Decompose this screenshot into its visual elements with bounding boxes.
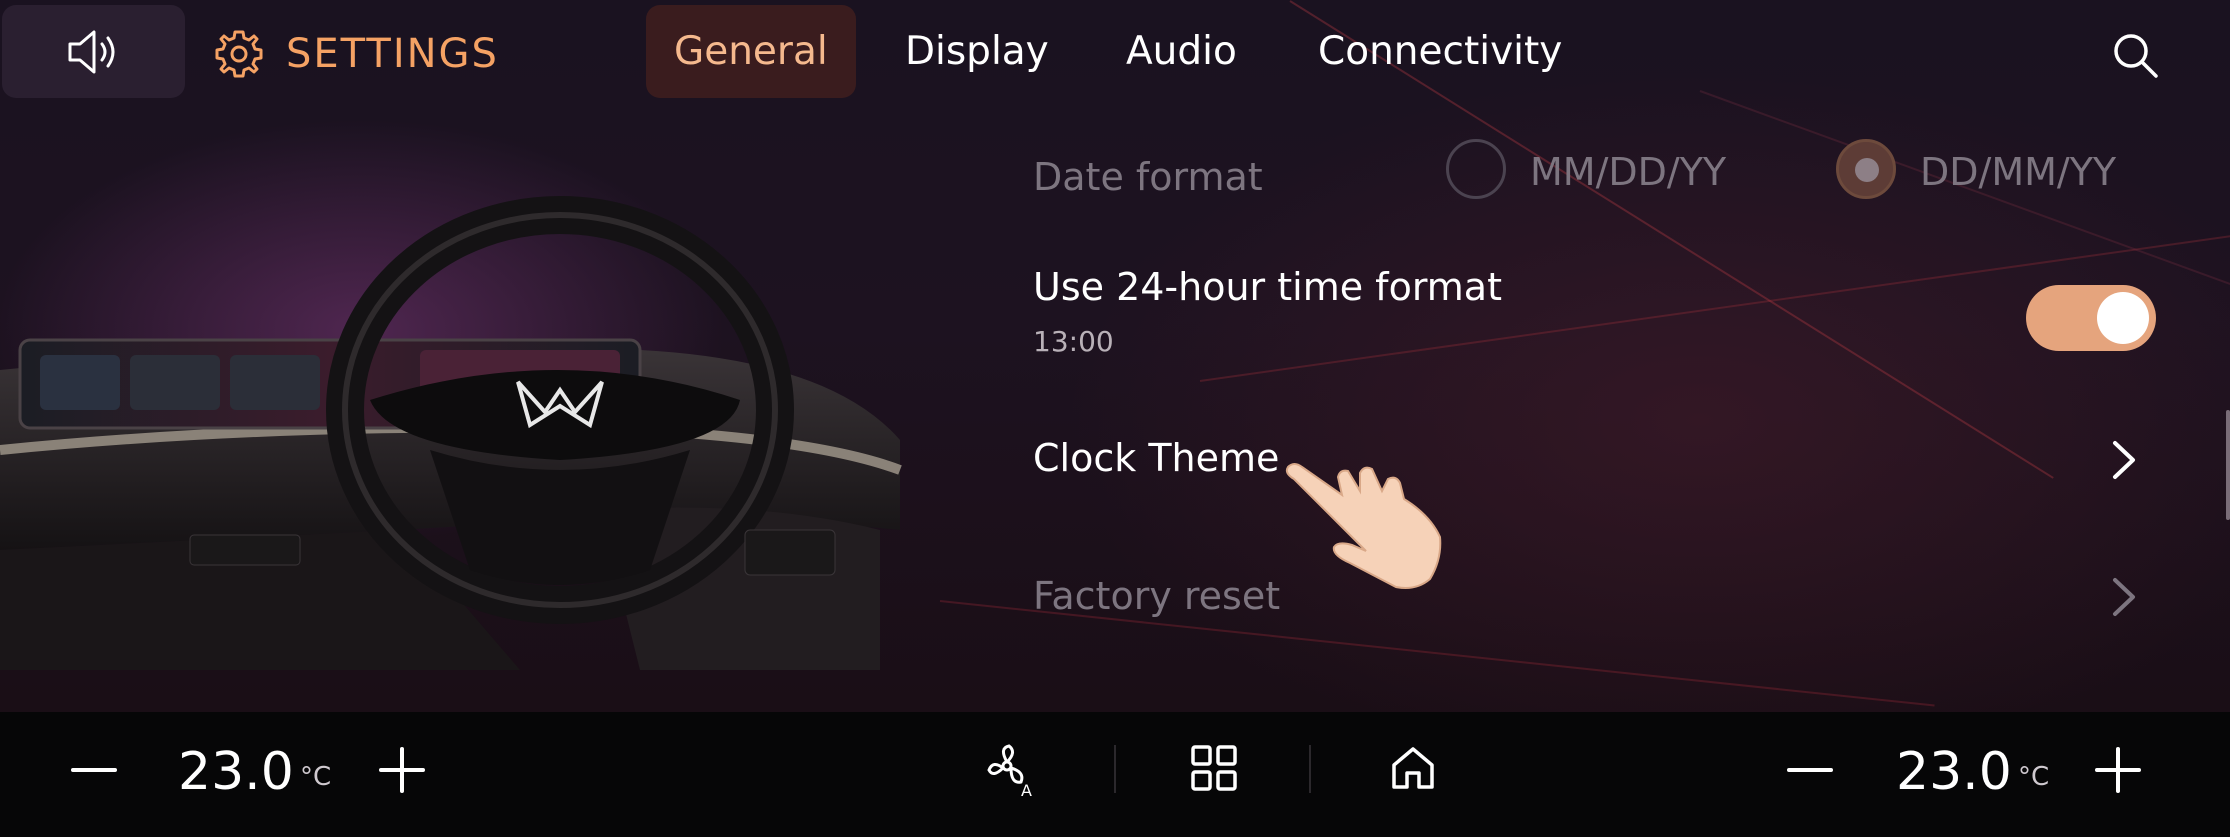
radio-mm-dd-yy[interactable]: [1446, 139, 1506, 199]
right-temp-increase-button[interactable]: [2088, 740, 2148, 800]
tab-label: Audio: [1126, 29, 1237, 74]
fan-auto-button[interactable]: A: [982, 740, 1048, 800]
settings-title-label: SETTINGS: [286, 31, 499, 77]
volume-button[interactable]: [2, 5, 185, 98]
car-interior-image: [0, 196, 902, 670]
gear-icon: [215, 30, 263, 78]
tab-audio[interactable]: Audio: [1126, 5, 1237, 98]
plus-icon: [2095, 747, 2141, 793]
home-button[interactable]: [1385, 740, 1441, 796]
home-icon: [1392, 747, 1434, 789]
minus-icon: [71, 768, 117, 772]
plus-icon: [379, 747, 425, 793]
svg-text:A: A: [1021, 781, 1032, 798]
page-title: SETTINGS: [214, 22, 499, 86]
divider: [1309, 745, 1311, 793]
time-format-toggle[interactable]: [2026, 285, 2156, 351]
clock-theme-label: Clock Theme: [1033, 436, 1280, 480]
left-temp-increase-button[interactable]: [372, 740, 432, 800]
search-icon[interactable]: [2108, 28, 2162, 82]
time-format-label: Use 24-hour time format: [1033, 265, 1502, 309]
left-temp-decrease-button[interactable]: [64, 740, 124, 800]
tab-display[interactable]: Display: [905, 5, 1049, 98]
toggle-knob: [2097, 292, 2149, 344]
right-temp-unit: °C: [2018, 762, 2050, 792]
clock-theme-row[interactable]: Clock Theme: [1020, 410, 2170, 510]
tab-connectivity[interactable]: Connectivity: [1318, 5, 1562, 98]
minus-icon: [1787, 768, 1833, 772]
tab-label: General: [674, 29, 828, 74]
tab-label: Display: [905, 29, 1049, 74]
right-temp-decrease-button[interactable]: [1780, 740, 1840, 800]
apps-grid-button[interactable]: [1186, 740, 1242, 796]
radio-dd-mm-yy-label: DD/MM/YY: [1920, 150, 2117, 194]
radio-mm-dd-yy-label: MM/DD/YY: [1530, 150, 1727, 194]
factory-reset-row[interactable]: Factory reset: [1020, 550, 2170, 645]
time-format-preview: 13:00: [1033, 325, 1114, 358]
factory-reset-label: Factory reset: [1033, 574, 1281, 618]
settings-screen: SETTINGS General Display Audio Connectiv…: [0, 0, 2230, 712]
scrollbar[interactable]: [2226, 410, 2230, 520]
grid-icon: [1191, 745, 1237, 791]
tab-general[interactable]: General: [646, 5, 856, 98]
divider: [1114, 745, 1116, 793]
date-format-label: Date format: [1033, 155, 1263, 199]
hand-pointer-icon: [1285, 463, 1442, 589]
radio-dd-mm-yy[interactable]: [1836, 139, 1896, 199]
tab-label: Connectivity: [1318, 29, 1563, 74]
volume-icon: [68, 30, 114, 73]
right-temp-value: 23.0: [1896, 742, 2012, 802]
left-temp-unit: °C: [300, 762, 332, 792]
background-streak: [1699, 90, 2230, 332]
fan-auto-icon: A: [987, 744, 1032, 798]
left-temp-value: 23.0: [178, 742, 294, 802]
chevron-right-icon: [2113, 578, 2135, 616]
chevron-right-icon: [2113, 441, 2135, 479]
